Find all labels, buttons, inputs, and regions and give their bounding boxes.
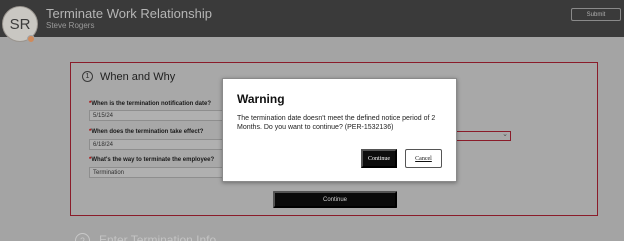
page-title: Terminate Work Relationship (46, 6, 212, 21)
warning-dialog: Warning The termination date doesn't mee… (222, 78, 457, 182)
step-number: 1 (82, 71, 93, 82)
section-title: When and Why (100, 71, 176, 83)
effective-date-input[interactable]: 6/18/24 (89, 139, 229, 150)
termination-way-select[interactable]: Termination (89, 167, 229, 178)
effective-date-label: *When does the termination take effect? (89, 129, 204, 135)
dialog-continue-button[interactable]: Continue (361, 149, 397, 168)
page-subtitle: Steve Rogers (46, 21, 95, 30)
chevron-down-icon: ⌄ (502, 131, 508, 138)
continue-button[interactable]: Continue (273, 191, 397, 208)
header-bar: Terminate Work Relationship Steve Rogers… (0, 0, 624, 37)
step-number: 2 (75, 233, 90, 241)
dialog-cancel-button[interactable]: Cancel (405, 149, 442, 168)
section-title-next[interactable]: Enter Termination Info (99, 233, 216, 241)
dialog-message: The termination date doesn't meet the de… (237, 115, 436, 131)
submit-button[interactable]: Submit (571, 8, 621, 21)
termination-way-label: *What's the way to terminate the employe… (89, 157, 215, 163)
reason-select[interactable]: ⌄ (455, 131, 511, 141)
avatar-status-icon (27, 35, 35, 43)
notification-date-input[interactable]: 5/15/24 (89, 110, 229, 121)
dialog-title: Warning (237, 92, 285, 106)
notification-date-label: *When is the termination notification da… (89, 101, 212, 107)
